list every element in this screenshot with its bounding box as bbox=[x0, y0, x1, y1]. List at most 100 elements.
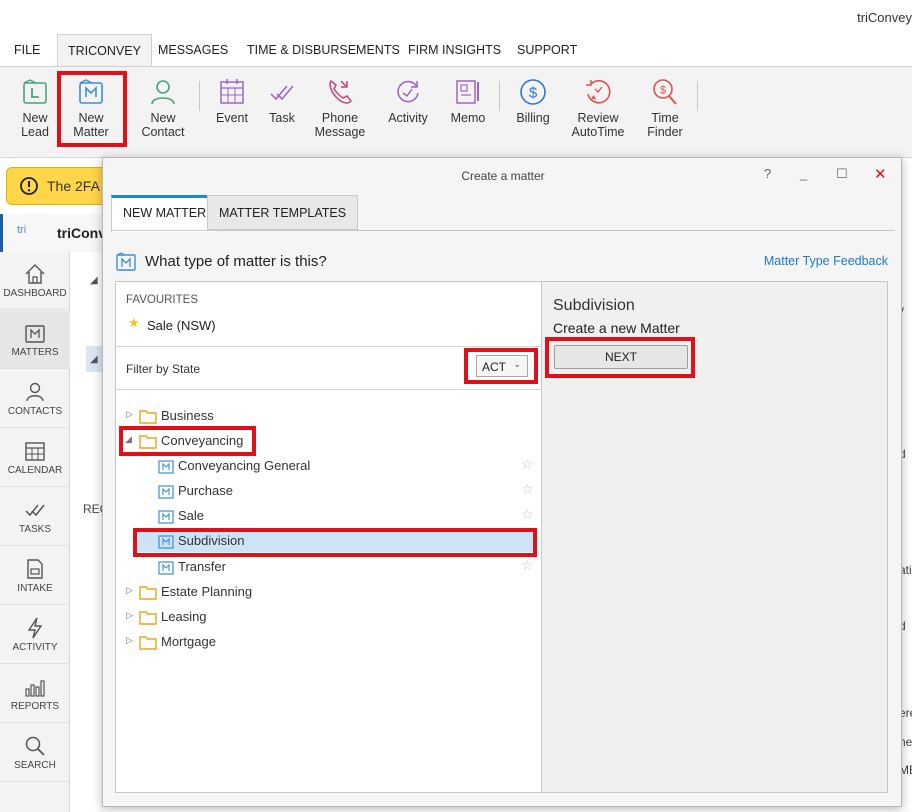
star-outline-icon[interactable]: ☆ bbox=[521, 557, 534, 574]
menu-time-disbursements[interactable]: TIME & DISBURSEMENTS bbox=[237, 34, 410, 66]
left-navigation: DASHBOARD MATTERS CONTACTS CALENDAR TASK… bbox=[0, 252, 70, 812]
time-finder-line2: Finder bbox=[647, 125, 683, 139]
home-icon bbox=[25, 264, 45, 284]
divider bbox=[116, 346, 541, 347]
folder-icon bbox=[139, 585, 157, 603]
expand-arrow-icon[interactable]: ▷ bbox=[126, 409, 133, 420]
billing-label: Billing bbox=[516, 111, 550, 125]
ribbon-toolbar: New Lead New Matter New Contact Event Ta… bbox=[0, 66, 912, 158]
new-lead-button[interactable]: New Lead bbox=[5, 71, 65, 139]
warning-icon bbox=[19, 176, 39, 199]
tab-new-matter[interactable]: NEW MATTER bbox=[111, 195, 219, 232]
maximize-button[interactable]: ☐ bbox=[836, 166, 848, 182]
nav-intake[interactable]: INTAKE bbox=[0, 547, 70, 605]
app-title: triConvey bbox=[857, 10, 912, 25]
chevron-down-icon: ⌄ bbox=[513, 359, 521, 369]
matter-type-icon bbox=[158, 509, 174, 527]
tree-label: Conveyancing bbox=[161, 433, 244, 448]
nav-tasks[interactable]: TASKS bbox=[0, 488, 70, 546]
new-matter-button[interactable]: New Matter bbox=[61, 71, 121, 139]
nav-search[interactable]: SEARCH bbox=[0, 724, 70, 782]
expand-arrow-icon[interactable]: ▷ bbox=[126, 585, 133, 596]
tab-matter-templates[interactable]: MATTER TEMPLATES bbox=[207, 195, 359, 230]
new-contact-button[interactable]: New Contact bbox=[133, 71, 193, 139]
nav-dashboard-label: DASHBOARD bbox=[3, 288, 67, 299]
new-matter-icon bbox=[79, 79, 103, 104]
nav-reports[interactable]: REPORTS bbox=[0, 665, 70, 723]
activity-button[interactable]: Activity bbox=[378, 71, 438, 125]
new-matter-line1: New bbox=[78, 111, 104, 125]
tree-folder-business[interactable]: ▷ Business bbox=[116, 405, 541, 427]
minimize-button[interactable]: _ bbox=[800, 166, 807, 181]
tree-item-sale[interactable]: Sale ☆ bbox=[116, 505, 541, 527]
selected-matter-title: Subdivision bbox=[553, 297, 635, 314]
nav-calendar-label: CALENDAR bbox=[7, 465, 63, 476]
star-outline-icon[interactable]: ☆ bbox=[521, 481, 534, 498]
tree-label: Sale bbox=[178, 508, 205, 523]
banner-text: The 2FA bbox=[47, 178, 100, 194]
memo-label: Memo bbox=[450, 111, 486, 125]
favourite-item[interactable]: Sale (NSW) bbox=[147, 318, 216, 333]
matter-type-question: What type of matter is this? bbox=[145, 253, 327, 270]
matter-type-icon bbox=[158, 459, 174, 477]
tree-folder-mortgage[interactable]: ▷ Mortgage bbox=[116, 631, 541, 653]
billing-button[interactable]: $ Billing bbox=[503, 71, 563, 125]
nav-activity[interactable]: ACTIVITY bbox=[0, 606, 70, 664]
collapse-arrow-icon[interactable]: ◢ bbox=[125, 434, 132, 445]
tree-label: Business bbox=[161, 408, 214, 423]
tree-folder-estate-planning[interactable]: ▷ Estate Planning bbox=[116, 581, 541, 603]
dialog-title: Create a matter bbox=[461, 169, 545, 183]
review-autotime-button[interactable]: Review AutoTime bbox=[568, 71, 628, 139]
tree-folder-conveyancing[interactable]: ◢ Conveyancing bbox=[116, 430, 541, 452]
svg-text:$: $ bbox=[660, 85, 666, 97]
phone-message-line2: Message bbox=[314, 125, 366, 139]
close-button[interactable]: ✕ bbox=[874, 165, 887, 183]
tree-label: Transfer bbox=[178, 559, 226, 574]
memo-button[interactable]: Memo bbox=[438, 71, 498, 125]
menu-firm-insights[interactable]: FIRM INSIGHTS bbox=[398, 34, 511, 66]
tree-item-subdivision[interactable]: Subdivision bbox=[136, 530, 534, 552]
new-lead-icon bbox=[23, 79, 47, 104]
review-autotime-line1: Review bbox=[577, 111, 619, 125]
task-icon bbox=[270, 85, 294, 101]
tree-label: Estate Planning bbox=[161, 584, 253, 599]
tree-item-conveyancing-general[interactable]: Conveyancing General ☆ bbox=[116, 455, 541, 477]
tree-item-transfer[interactable]: Transfer ☆ bbox=[116, 556, 541, 578]
ribbon-separator bbox=[697, 81, 698, 111]
tree-item-purchase[interactable]: Purchase ☆ bbox=[116, 480, 541, 502]
tree-label: Purchase bbox=[178, 483, 233, 498]
nav-matters[interactable]: MATTERS bbox=[0, 311, 70, 369]
menu-messages[interactable]: MESSAGES bbox=[148, 34, 238, 66]
menu-file[interactable]: FILE bbox=[4, 34, 50, 66]
nav-search-label: SEARCH bbox=[14, 760, 56, 771]
phone-message-button[interactable]: Phone Message bbox=[310, 71, 370, 139]
ribbon-separator bbox=[499, 81, 500, 111]
app-tab[interactable]: tri triConv bbox=[0, 214, 110, 252]
calendar-icon bbox=[220, 79, 244, 104]
nav-contacts-label: CONTACTS bbox=[7, 406, 63, 417]
state-dropdown[interactable]: ACT ⌄ bbox=[476, 355, 528, 377]
review-autotime-line2: AutoTime bbox=[571, 125, 625, 139]
task-button[interactable]: Task bbox=[252, 71, 312, 125]
search-icon bbox=[25, 736, 45, 756]
task-label: Task bbox=[269, 111, 295, 125]
time-finder-button[interactable]: $ Time Finder bbox=[635, 71, 695, 139]
collapse-arrow-icon[interactable]: ◢ bbox=[90, 354, 98, 365]
nav-contacts[interactable]: CONTACTS bbox=[0, 370, 70, 428]
app-logo: tri bbox=[17, 224, 27, 236]
matter-type-feedback-link[interactable]: Matter Type Feedback bbox=[764, 254, 888, 268]
expand-arrow-icon[interactable]: ▷ bbox=[126, 635, 133, 646]
next-button[interactable]: NEXT bbox=[554, 345, 688, 369]
matter-detail-pane: Subdivision Create a new Matter NEXT bbox=[542, 282, 887, 792]
help-button[interactable]: ? bbox=[764, 166, 771, 181]
menu-support[interactable]: SUPPORT bbox=[507, 34, 587, 66]
star-outline-icon[interactable]: ☆ bbox=[521, 506, 534, 523]
tree-folder-leasing[interactable]: ▷ Leasing bbox=[116, 606, 541, 628]
collapse-arrow-icon[interactable]: ◢ bbox=[90, 275, 98, 286]
expand-arrow-icon[interactable]: ▷ bbox=[126, 610, 133, 621]
svg-text:$: $ bbox=[529, 85, 538, 102]
star-outline-icon[interactable]: ☆ bbox=[521, 456, 534, 473]
nav-dashboard[interactable]: DASHBOARD bbox=[0, 252, 70, 310]
nav-calendar[interactable]: CALENDAR bbox=[0, 429, 70, 487]
menu-triconvey[interactable]: TRICONVEY bbox=[57, 34, 152, 66]
